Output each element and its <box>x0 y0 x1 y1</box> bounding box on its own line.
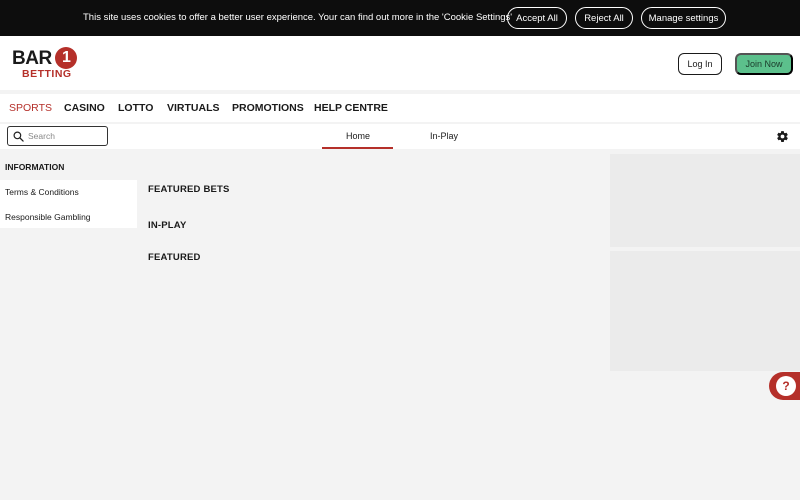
reject-all-button[interactable]: Reject All <box>575 7 633 29</box>
search-input[interactable] <box>28 129 104 143</box>
search-icon <box>13 131 24 142</box>
brand-logo[interactable]: BAR 1 BETTING <box>12 45 78 81</box>
right-promo-panel-bottom <box>610 251 800 371</box>
information-links: Terms & Conditions Responsible Gambling <box>0 180 137 228</box>
gear-icon[interactable] <box>776 130 789 143</box>
featured-bets-heading: FEATURED BETS <box>148 184 230 195</box>
search-field[interactable] <box>7 126 108 146</box>
logo-subtitle: BETTING <box>22 68 72 80</box>
cookie-message: This site uses cookies to offer a better… <box>83 12 513 23</box>
main-navigation: SPORTS CASINO LOTTO VIRTUALS PROMOTIONS … <box>0 94 800 122</box>
manage-settings-button[interactable]: Manage settings <box>641 7 726 29</box>
accept-all-button[interactable]: Accept All <box>507 7 567 29</box>
responsible-gambling-link[interactable]: Responsible Gambling <box>5 212 91 222</box>
nav-item-virtuals[interactable]: VIRTUALS <box>167 102 220 114</box>
featured-heading: FEATURED <box>148 252 201 263</box>
logo-wordmark: BAR <box>12 48 52 69</box>
sub-navigation: Home In-Play <box>0 124 800 149</box>
help-icon: ? <box>776 376 796 396</box>
nav-item-promotions[interactable]: PROMOTIONS <box>232 102 304 114</box>
logo-number: 1 <box>62 49 71 66</box>
information-heading: INFORMATION <box>5 162 65 172</box>
nav-item-sports[interactable]: SPORTS <box>9 102 52 114</box>
log-in-button[interactable]: Log In <box>678 53 722 75</box>
nav-item-casino[interactable]: CASINO <box>64 102 105 114</box>
terms-conditions-link[interactable]: Terms & Conditions <box>5 187 79 197</box>
active-tab-indicator <box>322 147 393 149</box>
nav-item-help-centre[interactable]: HELP CENTRE <box>314 102 388 114</box>
tab-home[interactable]: Home <box>346 131 370 141</box>
tab-in-play[interactable]: In-Play <box>430 131 458 141</box>
right-promo-panel-top <box>610 154 800 247</box>
cookie-banner: This site uses cookies to offer a better… <box>0 0 800 36</box>
in-play-heading: IN-PLAY <box>148 220 187 231</box>
nav-item-lotto[interactable]: LOTTO <box>118 102 153 114</box>
help-button[interactable]: ? <box>769 372 800 400</box>
join-now-button[interactable]: Join Now <box>735 53 793 75</box>
site-header: BAR 1 BETTING Log In Join Now <box>0 36 800 90</box>
